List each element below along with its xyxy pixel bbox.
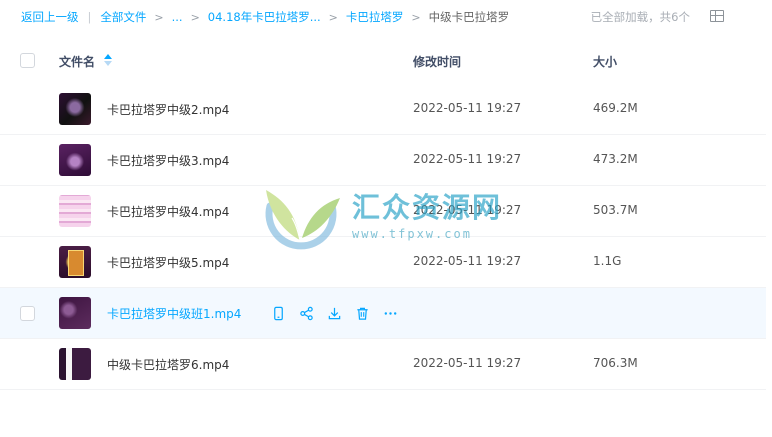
table-header: 文件名 修改时间 大小 xyxy=(0,42,766,80)
breadcrumb-divider: | xyxy=(87,10,92,24)
file-size: 473.2M xyxy=(593,152,638,166)
phone-icon[interactable] xyxy=(270,305,286,321)
chevron-right-icon: > xyxy=(154,10,164,24)
load-status: 已全部加载，共6个 xyxy=(590,10,690,24)
video-thumbnail[interactable] xyxy=(59,348,91,380)
video-thumbnail[interactable] xyxy=(59,93,91,125)
file-time: 2022-05-11 19:27 xyxy=(413,254,522,268)
file-name[interactable]: 卡巴拉塔罗中级5.mp4 xyxy=(107,254,229,271)
video-thumbnail[interactable] xyxy=(59,246,91,278)
breadcrumb-folder-1[interactable]: 04.18年卡巴拉塔罗... xyxy=(208,9,321,25)
video-thumbnail[interactable] xyxy=(59,297,91,329)
chevron-right-icon: > xyxy=(328,10,338,24)
table-row[interactable]: 卡巴拉塔罗中级5.mp4 2022-05-11 19:27 1.1G xyxy=(0,237,766,288)
table-row[interactable]: 卡巴拉塔罗中级3.mp4 2022-05-11 19:27 473.2M xyxy=(0,135,766,186)
share-icon[interactable] xyxy=(298,305,314,321)
file-size: 469.2M xyxy=(593,101,638,115)
table-row[interactable]: 卡巴拉塔罗中级4.mp4 2022-05-11 19:27 503.7M xyxy=(0,186,766,237)
table-row-hovered[interactable]: 卡巴拉塔罗中级班1.mp4 xyxy=(0,288,766,339)
breadcrumb-bar: 返回上一级 | 全部文件 > ... > 04.18年卡巴拉塔罗... > 卡巴… xyxy=(0,0,772,34)
select-all-checkbox[interactable] xyxy=(20,53,35,68)
file-name[interactable]: 卡巴拉塔罗中级4.mp4 xyxy=(107,203,229,220)
file-name[interactable]: 中级卡巴拉塔罗6.mp4 xyxy=(107,356,229,373)
delete-icon[interactable] xyxy=(354,305,370,321)
file-time: 2022-05-11 19:27 xyxy=(413,356,522,370)
sort-icon[interactable] xyxy=(104,54,112,67)
grid-view-icon[interactable] xyxy=(710,10,724,22)
breadcrumb-folder-2[interactable]: 卡巴拉塔罗 xyxy=(346,9,404,25)
breadcrumb-current: 中级卡巴拉塔罗 xyxy=(428,10,510,24)
file-time: 2022-05-11 19:27 xyxy=(413,152,522,166)
file-name[interactable]: 卡巴拉塔罗中级班1.mp4 xyxy=(107,305,241,322)
chevron-right-icon: > xyxy=(411,10,421,24)
breadcrumb-ellipsis[interactable]: ... xyxy=(172,10,183,24)
column-size[interactable]: 大小 xyxy=(593,53,617,70)
more-icon[interactable] xyxy=(382,305,398,321)
back-link[interactable]: 返回上一级 xyxy=(21,9,79,25)
video-thumbnail[interactable] xyxy=(59,144,91,176)
file-time: 2022-05-11 19:27 xyxy=(413,101,522,115)
breadcrumb: 返回上一级 | 全部文件 > ... > 04.18年卡巴拉塔罗... > 卡巴… xyxy=(0,9,509,25)
column-name[interactable]: 文件名 xyxy=(59,53,95,70)
file-size: 706.3M xyxy=(593,356,638,370)
video-thumbnail[interactable] xyxy=(59,195,91,227)
file-time: 2022-05-11 19:27 xyxy=(413,203,522,217)
row-actions xyxy=(270,305,410,321)
breadcrumb-root[interactable]: 全部文件 xyxy=(100,9,146,25)
chevron-right-icon: > xyxy=(190,10,200,24)
file-size: 503.7M xyxy=(593,203,638,217)
file-size: 1.1G xyxy=(593,254,622,268)
column-time[interactable]: 修改时间 xyxy=(413,53,461,70)
table-row[interactable]: 中级卡巴拉塔罗6.mp4 2022-05-11 19:27 706.3M xyxy=(0,339,766,390)
table-row[interactable]: 卡巴拉塔罗中级2.mp4 2022-05-11 19:27 469.2M xyxy=(0,84,766,135)
row-checkbox[interactable] xyxy=(20,306,35,321)
file-name[interactable]: 卡巴拉塔罗中级3.mp4 xyxy=(107,152,229,169)
file-name[interactable]: 卡巴拉塔罗中级2.mp4 xyxy=(107,101,229,118)
download-icon[interactable] xyxy=(326,305,342,321)
file-list: 卡巴拉塔罗中级2.mp4 2022-05-11 19:27 469.2M 卡巴拉… xyxy=(0,84,766,390)
